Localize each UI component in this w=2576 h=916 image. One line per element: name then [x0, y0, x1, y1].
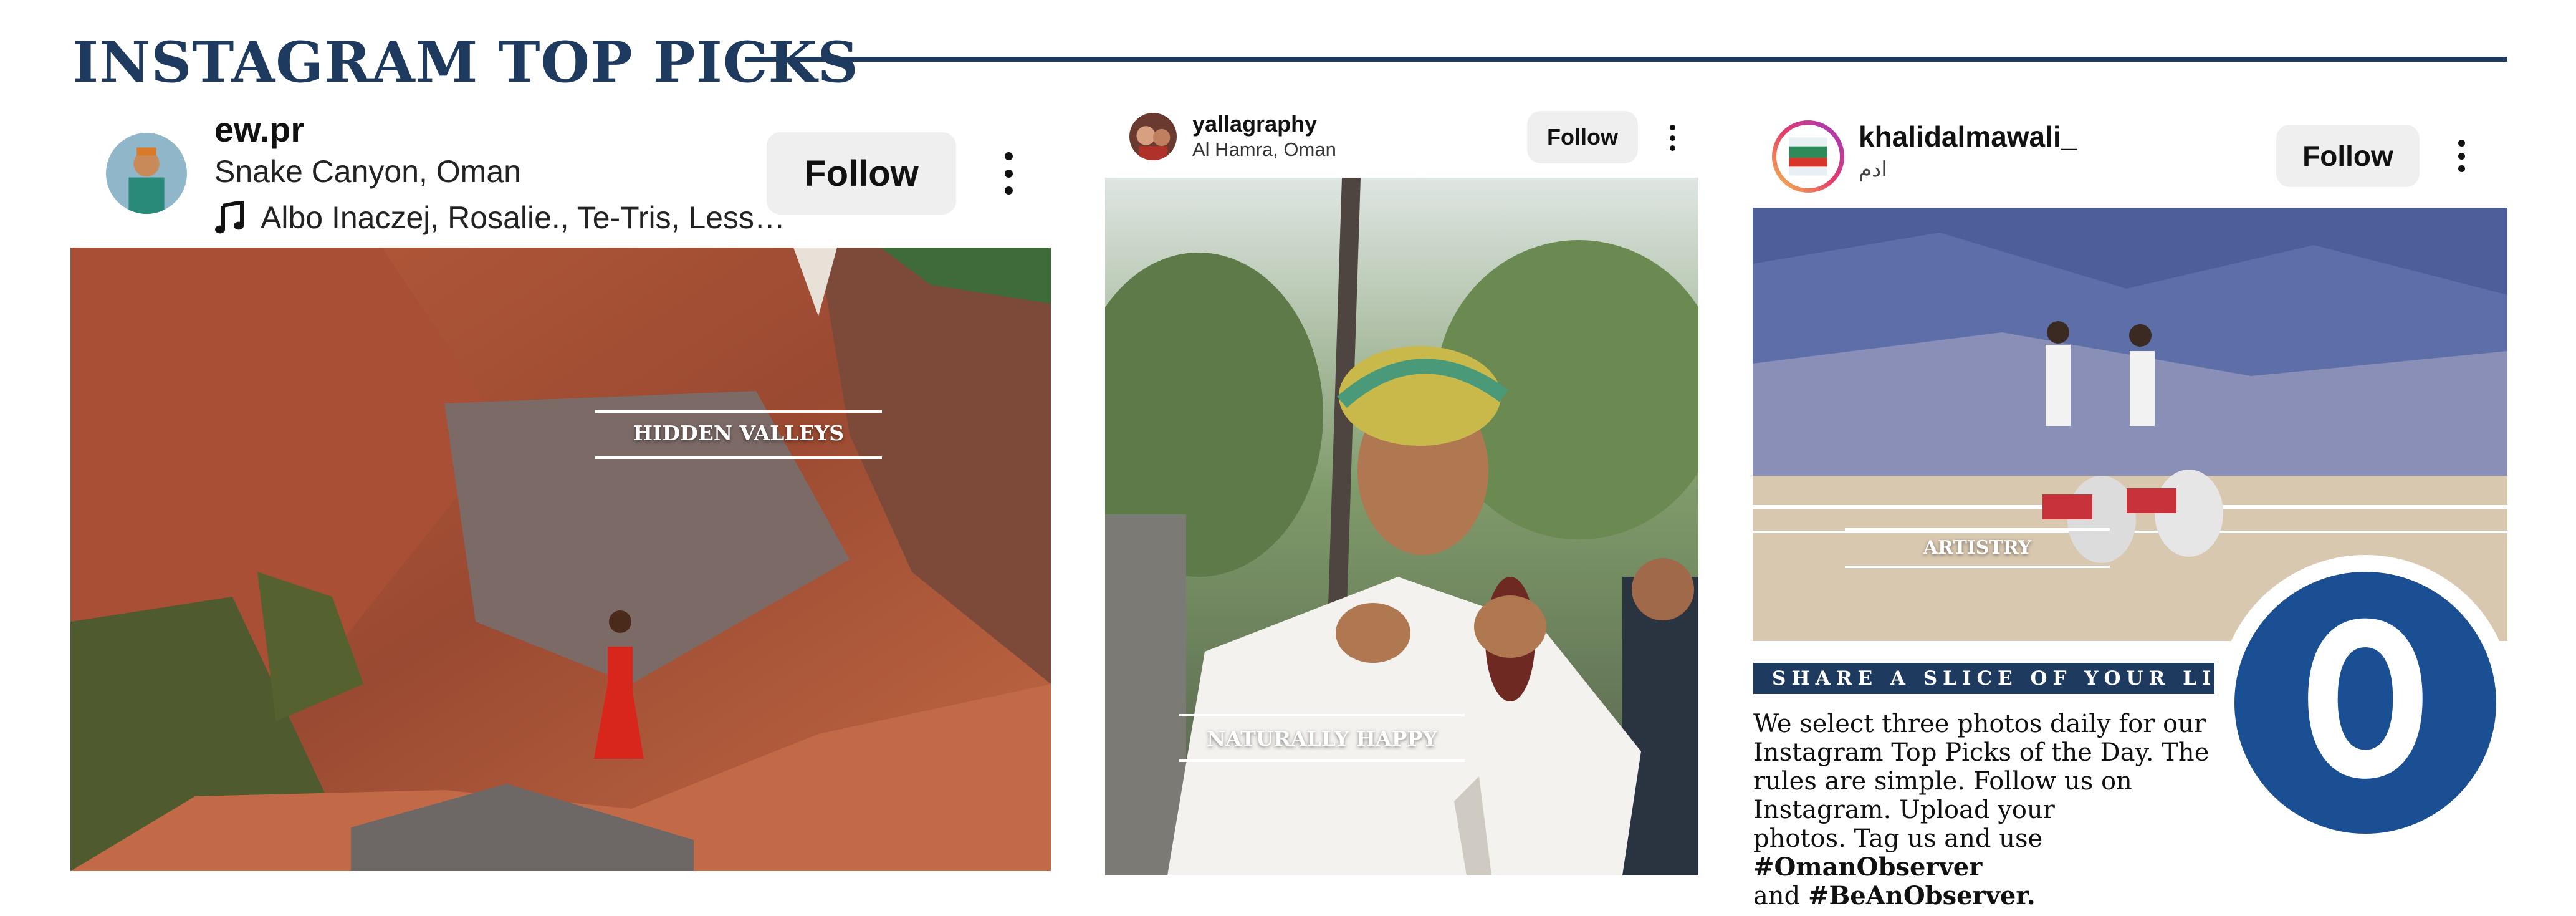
- follow-button[interactable]: Follow: [767, 132, 956, 215]
- observer-logo: O: [2218, 555, 2513, 851]
- caption-rule-bottom: [1845, 566, 2110, 568]
- promo-line: Instagram Top Picks of the Day. The: [1753, 738, 2210, 767]
- page-title: INSTAGRAM TOP PICKS: [72, 29, 859, 95]
- post-username[interactable]: ew.pr: [214, 110, 304, 150]
- avatar[interactable]: [106, 133, 187, 214]
- hashtag: #BeAnObserver.: [1808, 881, 2036, 910]
- promo-text-part: and: [1753, 882, 1808, 910]
- avatar-image: [106, 133, 187, 214]
- post-location[interactable]: Snake Canyon, Oman: [214, 153, 521, 190]
- caption-rule-bottom: [1179, 759, 1465, 762]
- promo-line: photos. Tag us and use #OmanObserver: [1753, 824, 2246, 882]
- portrait-photo: [1105, 178, 1698, 875]
- more-options-icon[interactable]: [1669, 125, 1676, 151]
- avatar-image: [1776, 125, 1840, 188]
- more-options-icon[interactable]: [2457, 140, 2466, 172]
- post-audio[interactable]: Albo Inaczej, Rosalie., Te-Tris, Less…: [261, 200, 785, 236]
- follow-button[interactable]: Follow: [1527, 111, 1638, 163]
- caption-rule-bottom: [595, 456, 882, 459]
- post-username[interactable]: yallagraphy: [1192, 111, 1317, 137]
- promo-line: rules are simple. Follow us on: [1753, 767, 2132, 796]
- caption-rule-top: [595, 410, 882, 413]
- more-options-icon[interactable]: [1002, 152, 1015, 195]
- post-username[interactable]: khalidalmawali_: [1859, 120, 2077, 153]
- promo-line: and #BeAnObserver.: [1753, 881, 2246, 911]
- photo-caption: NATURALLY HAPPY: [1207, 726, 1437, 751]
- promo-text: We select three photos daily for our Ins…: [1753, 710, 2246, 910]
- photo-caption: ARTISTRY: [1923, 537, 2032, 559]
- avatar-image: [1129, 113, 1177, 160]
- promo-line: Instagram. Upload your: [1753, 796, 2055, 824]
- follow-button[interactable]: Follow: [2276, 125, 2420, 187]
- avatar[interactable]: [1772, 120, 1844, 193]
- share-banner: SHARE A SLICE OF YOUR LIFE: [1753, 663, 2251, 694]
- post-location[interactable]: Al Hamra, Oman: [1192, 138, 1336, 161]
- avatar[interactable]: [1129, 113, 1177, 160]
- canyon-photo: [70, 248, 1051, 871]
- title-rule: [745, 57, 2507, 62]
- promo-text-part: photos. Tag us and use: [1753, 824, 2043, 853]
- music-note-icon: [214, 200, 244, 236]
- logo-letter: O: [2300, 579, 2431, 826]
- post-location[interactable]: ادم: [1859, 157, 1887, 182]
- hashtag: #OmanObserver: [1753, 852, 1983, 882]
- caption-rule-top: [1845, 528, 2110, 531]
- post-photo[interactable]: [1105, 178, 1698, 875]
- photo-caption: HIDDEN VALLEYS: [633, 421, 845, 445]
- post-photo[interactable]: [70, 248, 1051, 871]
- promo-line: We select three photos daily for our: [1753, 710, 2206, 738]
- caption-rule-top: [1179, 714, 1465, 716]
